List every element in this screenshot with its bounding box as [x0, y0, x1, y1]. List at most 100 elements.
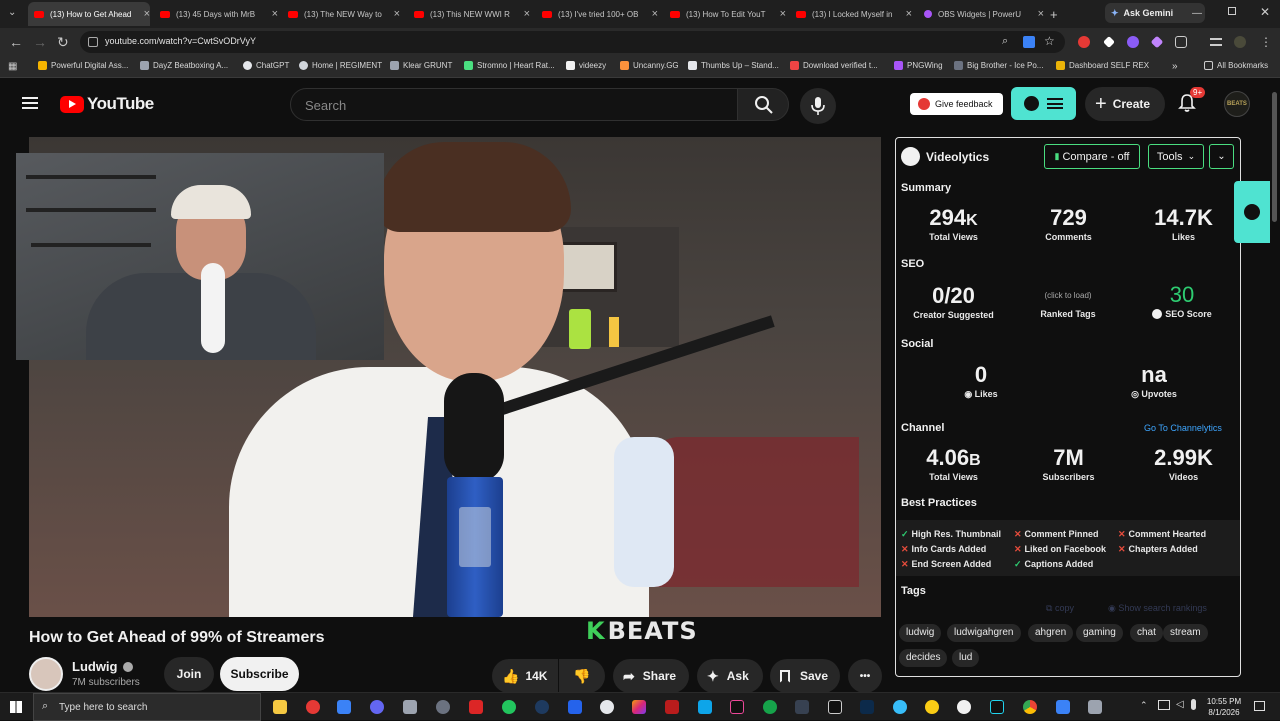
- dislike-button[interactable]: 👎: [559, 659, 605, 693]
- tab-7[interactable]: OBS Widgets | PowerU ×: [924, 2, 1044, 26]
- page-scrollbar[interactable]: [1272, 92, 1277, 222]
- tag-chip[interactable]: ludwig: [899, 624, 942, 642]
- photoshop-icon[interactable]: [860, 700, 874, 714]
- join-button[interactable]: Join: [164, 657, 214, 691]
- bookmark-item[interactable]: Powerful Digital Ass...: [38, 61, 128, 70]
- mic-tray-icon[interactable]: [1191, 699, 1196, 710]
- collapse-panel-button[interactable]: ⌄: [1209, 144, 1234, 169]
- tab-1[interactable]: (13) 45 Days with MrB ×: [160, 2, 278, 26]
- tag-chip[interactable]: ludwigahgren: [947, 624, 1021, 642]
- tab-search-icon[interactable]: ⌄: [8, 5, 16, 21]
- active-app-icon[interactable]: [1088, 700, 1102, 714]
- windows-start-icon[interactable]: [10, 701, 22, 713]
- app-icon[interactable]: [568, 700, 582, 714]
- tab-close-icon[interactable]: ×: [906, 8, 912, 20]
- seo-ranked-tags[interactable]: (click to load) Ranked Tags: [1018, 291, 1118, 319]
- url-text[interactable]: youtube.com/watch?v=CwtSvODrVyY: [105, 36, 256, 46]
- channel-avatar[interactable]: [29, 657, 63, 691]
- bookmark-item[interactable]: DayZ Beatboxing A...: [140, 61, 228, 70]
- all-bookmarks-folder[interactable]: All Bookmarks: [1204, 61, 1268, 70]
- compare-toggle-button[interactable]: ▮ Compare - off: [1044, 144, 1140, 169]
- show-search-rankings-link[interactable]: ◉ Show search rankings: [1108, 603, 1207, 614]
- tab-close-icon[interactable]: ×: [780, 8, 786, 20]
- app-icon[interactable]: [600, 700, 614, 714]
- tag-chip[interactable]: stream: [1163, 624, 1208, 642]
- subscribe-button[interactable]: Subscribe: [220, 657, 299, 691]
- minimize-icon[interactable]: —: [1192, 8, 1202, 19]
- tab-close-icon[interactable]: ×: [524, 8, 530, 20]
- app-icon[interactable]: [1056, 700, 1070, 714]
- app-icon[interactable]: [763, 700, 777, 714]
- bookmarks-overflow-icon[interactable]: »: [1172, 61, 1178, 72]
- channel-name[interactable]: Ludwig: [72, 659, 133, 674]
- reload-icon[interactable]: ↻: [57, 34, 69, 50]
- tiktok-icon[interactable]: [730, 700, 744, 714]
- click-to-load-link[interactable]: (click to load): [1018, 291, 1118, 300]
- telegram-icon[interactable]: [893, 700, 907, 714]
- tag-chip[interactable]: gaming: [1076, 624, 1123, 642]
- save-button[interactable]: Save: [770, 659, 840, 693]
- restore-icon[interactable]: [1228, 7, 1236, 15]
- app-icon[interactable]: [957, 700, 971, 714]
- bookmark-item[interactable]: Big Brother - Ice Po...: [954, 61, 1043, 70]
- address-bar[interactable]: youtube.com/watch?v=CwtSvODrVyY ⌕ ☆: [80, 31, 1065, 53]
- window-close-icon[interactable]: ✕: [1260, 5, 1270, 19]
- ask-button[interactable]: ✦ Ask: [697, 659, 763, 693]
- search-input[interactable]: Search: [290, 88, 738, 121]
- bookmark-item[interactable]: ChatGPT: [243, 61, 289, 70]
- tab-6[interactable]: (13) I Locked Myself in ×: [796, 2, 912, 26]
- tab-3[interactable]: (13) This NEW WWI R ×: [414, 2, 530, 26]
- tab-0[interactable]: (13) How to Get Ahead ×: [28, 2, 150, 26]
- app-icon[interactable]: [925, 700, 939, 714]
- bookmark-item[interactable]: Klear GRUNT: [390, 61, 452, 70]
- zoom-icon[interactable]: ⌕: [1002, 35, 1008, 48]
- translate-icon[interactable]: [1023, 36, 1035, 48]
- notifications-button[interactable]: 9+: [1178, 87, 1206, 115]
- extension-diamond-icon[interactable]: [1103, 36, 1115, 48]
- give-feedback-button[interactable]: Give feedback: [910, 93, 1003, 115]
- steam-icon[interactable]: [535, 700, 549, 714]
- app-icon[interactable]: [469, 700, 483, 714]
- tab-4[interactable]: (13) I've tried 100+ OB ×: [542, 2, 658, 26]
- bookmark-item[interactable]: Uncanny.GG: [620, 61, 679, 70]
- reading-list-icon[interactable]: [1210, 38, 1222, 46]
- bookmark-star-icon[interactable]: ☆: [1044, 34, 1055, 48]
- extension-gem-icon[interactable]: [1150, 35, 1164, 49]
- browser-menu-icon[interactable]: ⋮: [1260, 34, 1272, 50]
- bookmark-item[interactable]: Home | REGIMENT: [299, 61, 382, 70]
- notification-center-icon[interactable]: [1254, 701, 1265, 711]
- voice-search-button[interactable]: [800, 88, 836, 124]
- hamburger-menu-icon[interactable]: [22, 97, 38, 109]
- tag-chip[interactable]: chat: [1130, 624, 1163, 642]
- back-icon[interactable]: ←: [9, 34, 23, 50]
- tab-close-icon[interactable]: ×: [144, 8, 150, 20]
- tab-close-icon[interactable]: ×: [652, 8, 658, 20]
- app-icon[interactable]: [665, 700, 679, 714]
- tray-overflow-icon[interactable]: ⌃: [1140, 700, 1148, 711]
- go-to-channelytics-link[interactable]: Go To Channelytics: [1144, 423, 1222, 433]
- extension-red-icon[interactable]: [1078, 36, 1090, 48]
- tab-close-icon[interactable]: ×: [272, 8, 278, 20]
- bookmark-item[interactable]: videezy: [566, 61, 606, 70]
- bookmark-item[interactable]: PNGWing: [894, 61, 943, 70]
- like-button[interactable]: 👍 14K: [492, 659, 558, 693]
- bookmark-item[interactable]: Thumbs Up – Stand...: [688, 61, 779, 70]
- app-icon[interactable]: [337, 700, 351, 714]
- app-icon[interactable]: [403, 700, 417, 714]
- tag-chip[interactable]: lud: [952, 649, 980, 667]
- app-icon[interactable]: [502, 700, 516, 714]
- volume-icon[interactable]: ◁: [1176, 699, 1184, 710]
- file-explorer-icon[interactable]: [273, 700, 287, 714]
- app-icon[interactable]: [306, 700, 320, 714]
- copy-tags-link[interactable]: ⧉ copy: [1046, 603, 1074, 614]
- app-icon[interactable]: [436, 700, 450, 714]
- search-button[interactable]: [737, 88, 789, 121]
- apps-grid-icon[interactable]: ▦: [8, 61, 17, 72]
- forward-icon[interactable]: →: [33, 34, 47, 50]
- taskbar-search-input[interactable]: ⌕ Type here to search: [33, 693, 261, 721]
- videolytics-side-tab[interactable]: [1234, 181, 1270, 243]
- instagram-icon[interactable]: [632, 700, 646, 714]
- new-tab-button[interactable]: +: [1050, 2, 1058, 26]
- tab-close-icon[interactable]: ×: [394, 8, 400, 20]
- tiktok-icon[interactable]: [990, 700, 1004, 714]
